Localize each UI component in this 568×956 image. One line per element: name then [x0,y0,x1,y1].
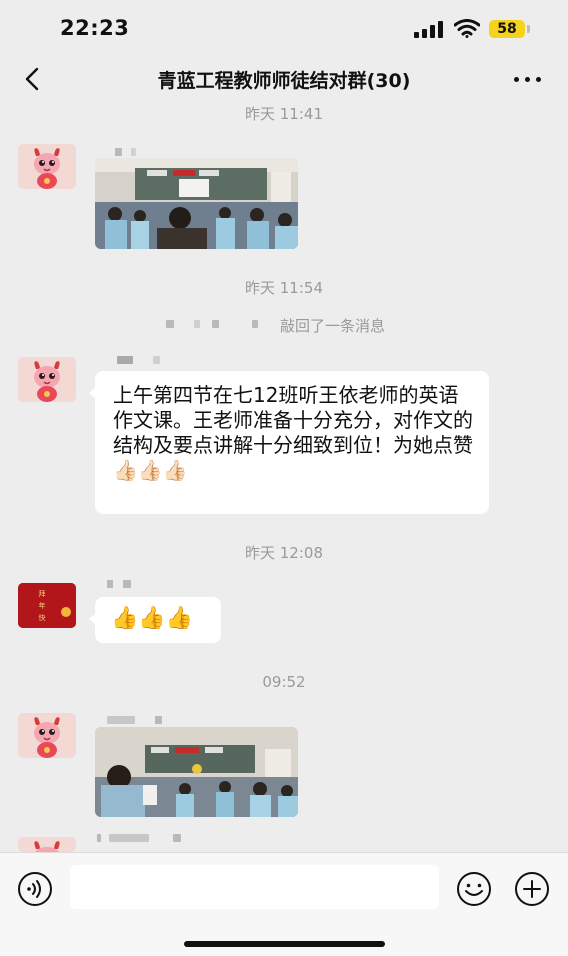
chat-title: 青蓝工程教师师徒结对群(30) [157,70,411,92]
chat-header: 青蓝工程教师师徒结对群(30) [0,56,568,102]
avatar[interactable] [18,837,76,852]
dragon-avatar-icon [34,148,60,189]
classroom-photo[interactable] [95,158,298,249]
thumbs-up-emoji: 👍🏻👍🏻👍🏻 [113,458,188,482]
timestamp: 昨天 11:54 [245,279,323,297]
timestamp: 昨天 12:08 [245,544,323,562]
input-bar [0,852,568,956]
message-body: 上午第四节在七12班听王依老师的英语作文课。王老师准备十分充分，对作文的结构及要… [113,383,473,457]
emoji-icon[interactable] [456,871,492,907]
home-indicator [184,941,385,947]
avatar[interactable] [18,713,76,758]
avatar[interactable] [18,144,76,189]
wifi-icon [454,19,480,38]
timestamp: 09:52 [262,673,306,691]
plus-icon[interactable] [514,871,550,907]
dragon-avatar-icon [34,841,60,852]
dragon-avatar-icon [34,717,60,758]
avatar[interactable]: 拜 年 快 [18,583,76,628]
avatar[interactable] [18,357,76,402]
status-bar: 22:23 58 [0,0,568,56]
sender-name-blurred [107,580,137,588]
avatar-char-2: 年 [39,601,46,610]
message-input[interactable] [70,865,439,909]
battery-tip [527,25,530,33]
bubble-tail [89,613,96,625]
back-icon[interactable] [18,64,48,94]
battery-indicator: 58 [489,20,525,38]
photo-content [95,158,298,249]
dragon-avatar-icon [34,361,60,402]
text-message-bubble[interactable]: 上午第四节在七12班听王依老师的英语作文课。王老师准备十分充分，对作文的结构及要… [89,371,489,514]
timestamp: 昨天 11:41 [245,105,323,123]
avatar-char-1: 拜 [39,589,46,598]
avatar-char-3: 快 [39,613,46,622]
status-time: 22:23 [60,16,130,40]
new-year-avatar-icon: 拜 年 快 [18,583,76,628]
more-icon[interactable] [510,65,546,93]
voice-icon[interactable] [17,871,53,907]
sender-name-blurred [97,834,187,842]
message-text: 上午第四节在七12班听王依老师的英语作文课。王老师准备十分充分，对作文的结构及要… [95,371,489,493]
signal-icon [414,20,446,38]
sender-name-blurred [117,356,167,364]
recall-sender-blurred [166,320,264,328]
bubble-tail [89,387,96,399]
photo-content [95,727,298,817]
sender-name-blurred [107,148,167,156]
sender-name-blurred [107,716,165,724]
emoji-text: 👍👍👍 [111,606,194,631]
classroom-photo[interactable] [95,727,298,817]
recall-notice: 敲回了一条消息 [280,317,386,335]
emoji-message-bubble[interactable]: 👍👍👍 [89,597,221,643]
